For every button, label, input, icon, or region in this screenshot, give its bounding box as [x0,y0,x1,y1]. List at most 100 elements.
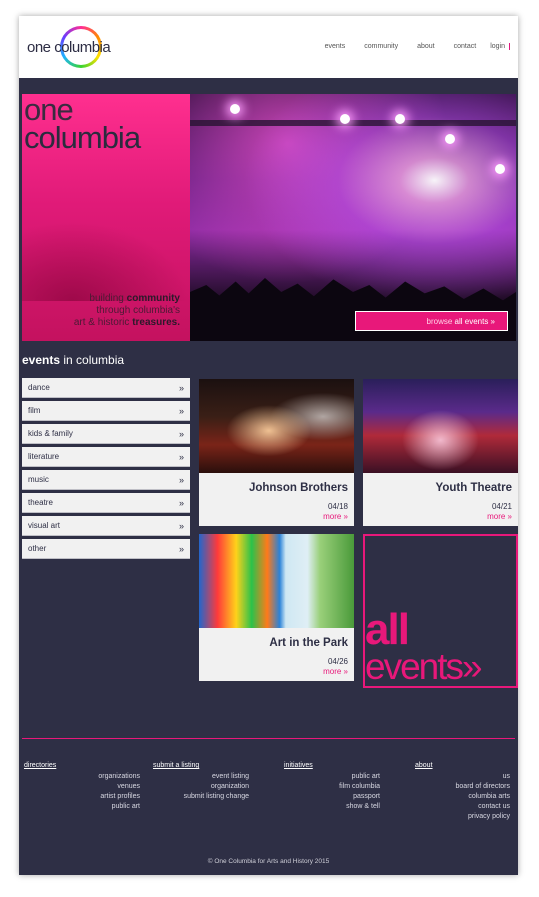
footer-heading: directories [24,762,57,769]
footer-divider [22,738,515,739]
events-heading: events in columbia [22,353,124,367]
event-card-art-in-the-park[interactable]: Art in the Park 04/26 more » [199,534,354,681]
event-card-johnson-brothers[interactable]: Johnson Brothers 04/18 more » [199,379,354,526]
event-date: 04/18 [327,502,348,511]
hero-tagline: building community through columbia's ar… [74,293,180,329]
chevron-right-icon: » [178,406,184,416]
hero-title: one columbia [24,94,141,155]
stage-light [340,114,350,124]
footer-link[interactable]: organizations [24,772,140,782]
chevron-right-icon: » [178,498,184,508]
event-photo [199,534,354,628]
category-list: dance» film» kids & family» literature» … [22,378,190,562]
category-label: kids & family [28,429,73,438]
tagline-part: art & historic [73,317,133,328]
nav-login[interactable]: login [490,43,510,50]
category-label: literature [28,452,60,461]
event-card-youth-theatre[interactable]: Youth Theatre 04/21 more » [363,379,518,526]
crowd-silhouette [22,221,190,301]
footer-link[interactable]: passport [284,792,380,802]
all-events-line1: all [365,605,410,654]
category-label: dance [28,383,50,392]
footer-link[interactable]: us [415,772,510,782]
chevron-right-icon: » [178,521,184,531]
footer-heading: about [415,762,433,769]
footer-link[interactable]: contact us [415,802,510,812]
category-dance[interactable]: dance » [22,378,190,398]
category-other[interactable]: other » [22,539,190,559]
chevron-right-icon: » [178,383,184,393]
footer-heading: initiatives [284,762,313,769]
top-bar: one columbia events community about cont… [19,16,518,78]
footer-link[interactable]: public art [284,772,380,782]
chevron-right-icon: » [178,452,184,462]
footer-link[interactable]: event listing [153,772,249,782]
stage-light [445,134,455,144]
footer-link[interactable]: organization [153,782,249,792]
more-link[interactable]: more » [487,512,512,521]
browse-all-events-button[interactable]: browse all events » [355,311,508,331]
category-label: other [28,544,47,553]
stage-light [395,114,405,124]
page-frame: one columbia events community about cont… [19,16,518,875]
chevron-right-icon: » [178,544,184,554]
hero-concert-image: browse all events » [190,94,516,341]
event-title: Johnson Brothers [248,482,348,494]
footer-link[interactable]: board of directors [415,782,510,792]
footer-link[interactable]: artist profiles [24,792,140,802]
hero-banner: one columbia building community through … [22,94,516,341]
tagline-part: through columbia's [96,305,180,316]
hero-left-panel: one columbia building community through … [22,94,190,341]
footer-link[interactable]: show & tell [284,802,380,812]
category-kids-family[interactable]: kids & family » [22,424,190,444]
category-label: music [28,475,49,484]
tagline-bold: community [126,293,180,304]
event-photo [363,379,518,473]
footer-link[interactable]: privacy policy [415,812,510,822]
event-title: Youth Theatre [435,482,512,494]
category-music[interactable]: music » [22,470,190,490]
all-events-line2: events» [365,646,483,687]
more-link[interactable]: more » [323,667,348,676]
stage-light [495,164,505,174]
tagline-bold: treasures. [132,317,180,328]
footer-submit: submit a listing event listing organizat… [153,762,249,802]
all-events-tile[interactable]: all events» [363,534,518,688]
copyright: © One Columbia for Arts and History 2015 [207,858,330,865]
footer-link[interactable]: venues [24,782,140,792]
events-heading-rest: in columbia [60,353,125,367]
nav-about[interactable]: about [417,43,435,50]
category-film[interactable]: film » [22,401,190,421]
footer-link[interactable]: columbia arts [415,792,510,802]
category-literature[interactable]: literature » [22,447,190,467]
chevron-right-icon: » [178,429,184,439]
footer-link[interactable]: submit listing change [153,792,249,802]
event-photo [199,379,354,473]
footer-about: about us board of directors columbia art… [415,762,510,822]
logo[interactable]: one columbia [27,26,127,70]
more-link[interactable]: more » [323,512,348,521]
footer-link[interactable]: public art [24,802,140,812]
category-label: visual art [28,521,61,530]
hero-title-line2: columbia [24,120,141,155]
nav-contact[interactable]: contact [454,43,477,50]
event-title: Art in the Park [269,637,348,649]
event-date: 04/26 [327,657,348,666]
footer-heading: submit a listing [153,762,200,769]
browse-bold: all events » [454,317,495,326]
event-date: 04/21 [491,502,512,511]
category-theatre[interactable]: theatre » [22,493,190,513]
footer-link[interactable]: film columbia [284,782,380,792]
category-label: film [28,406,41,415]
category-label: theatre [28,498,53,507]
footer-directories: directories organizations venues artist … [24,762,140,812]
browse-prefix: browse [426,317,455,326]
events-heading-bold: events [22,353,61,367]
nav-community[interactable]: community [364,43,398,50]
footer-initiatives: initiatives public art film columbia pas… [284,762,380,812]
tagline-part: building [89,293,127,304]
nav-events[interactable]: events [325,43,346,50]
category-visual-art[interactable]: visual art » [22,516,190,536]
logo-text: one columbia [27,39,111,56]
main-nav: events community about contact login [306,43,510,50]
